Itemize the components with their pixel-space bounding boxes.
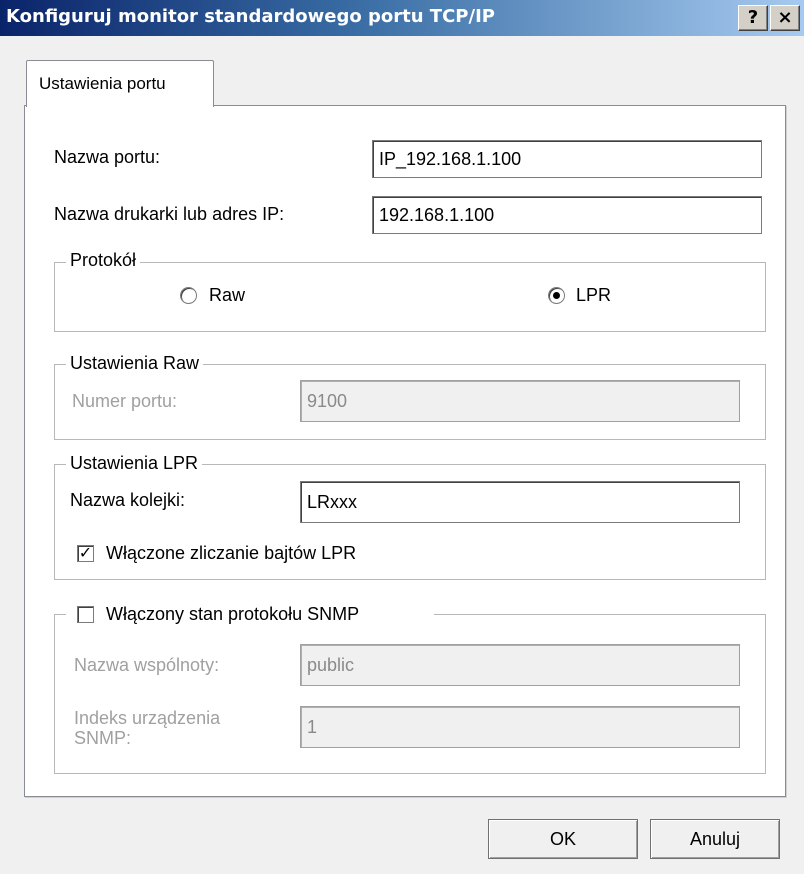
raw-radio-label[interactable]: Raw	[209, 285, 245, 306]
port-name-input[interactable]: IP_192.168.1.100	[372, 140, 762, 178]
device-index-label-line2: SNMP:	[74, 728, 132, 748]
lpr-byte-count-checkbox[interactable]: ✓	[77, 545, 94, 562]
raw-settings-legend: Ustawienia Raw	[66, 353, 204, 374]
protocol-legend: Protokół	[66, 250, 141, 271]
protocol-group	[54, 262, 766, 332]
cancel-button[interactable]: Anuluj	[650, 819, 780, 859]
printer-address-input[interactable]: 192.168.1.100	[372, 196, 762, 234]
tab-label: Ustawienia portu	[39, 74, 166, 93]
checkmark-icon: ✓	[78, 545, 93, 562]
queue-name-label: Nazwa kolejki:	[70, 490, 186, 510]
printer-address-label: Nazwa drukarki lub adres IP:	[54, 204, 285, 224]
tab-port-settings[interactable]: Ustawienia portu	[26, 60, 214, 107]
title-bar[interactable]: Konfiguruj monitor standardowego portu T…	[0, 0, 804, 36]
snmp-enabled-checkbox[interactable]	[77, 606, 94, 623]
port-number-input[interactable]: 9100	[300, 380, 740, 422]
port-number-label: Numer portu:	[72, 391, 178, 411]
port-name-label: Nazwa portu:	[54, 147, 161, 167]
queue-name-input[interactable]: LRxxx	[300, 481, 740, 523]
lpr-radio[interactable]	[548, 287, 565, 304]
community-name-label: Nazwa wspólnoty:	[74, 655, 220, 675]
device-index-label-line1: Indeks urządzenia	[74, 708, 221, 728]
community-name-input[interactable]: public	[300, 644, 740, 686]
radio-selected-dot	[553, 292, 560, 299]
help-button[interactable]: ?	[738, 5, 768, 31]
snmp-enabled-label[interactable]: Włączony stan protokołu SNMP	[106, 604, 359, 625]
snmp-group	[54, 614, 766, 774]
lpr-radio-label[interactable]: LPR	[576, 285, 611, 306]
window-title: Konfiguruj monitor standardowego portu T…	[6, 6, 495, 27]
close-button[interactable]: ×	[770, 5, 800, 31]
lpr-settings-legend: Ustawienia LPR	[66, 453, 203, 474]
lpr-byte-count-label[interactable]: Włączone zliczanie bajtów LPR	[106, 543, 356, 564]
device-index-input[interactable]: 1	[300, 706, 740, 748]
raw-radio[interactable]	[180, 287, 197, 304]
ok-button[interactable]: OK	[488, 819, 638, 859]
